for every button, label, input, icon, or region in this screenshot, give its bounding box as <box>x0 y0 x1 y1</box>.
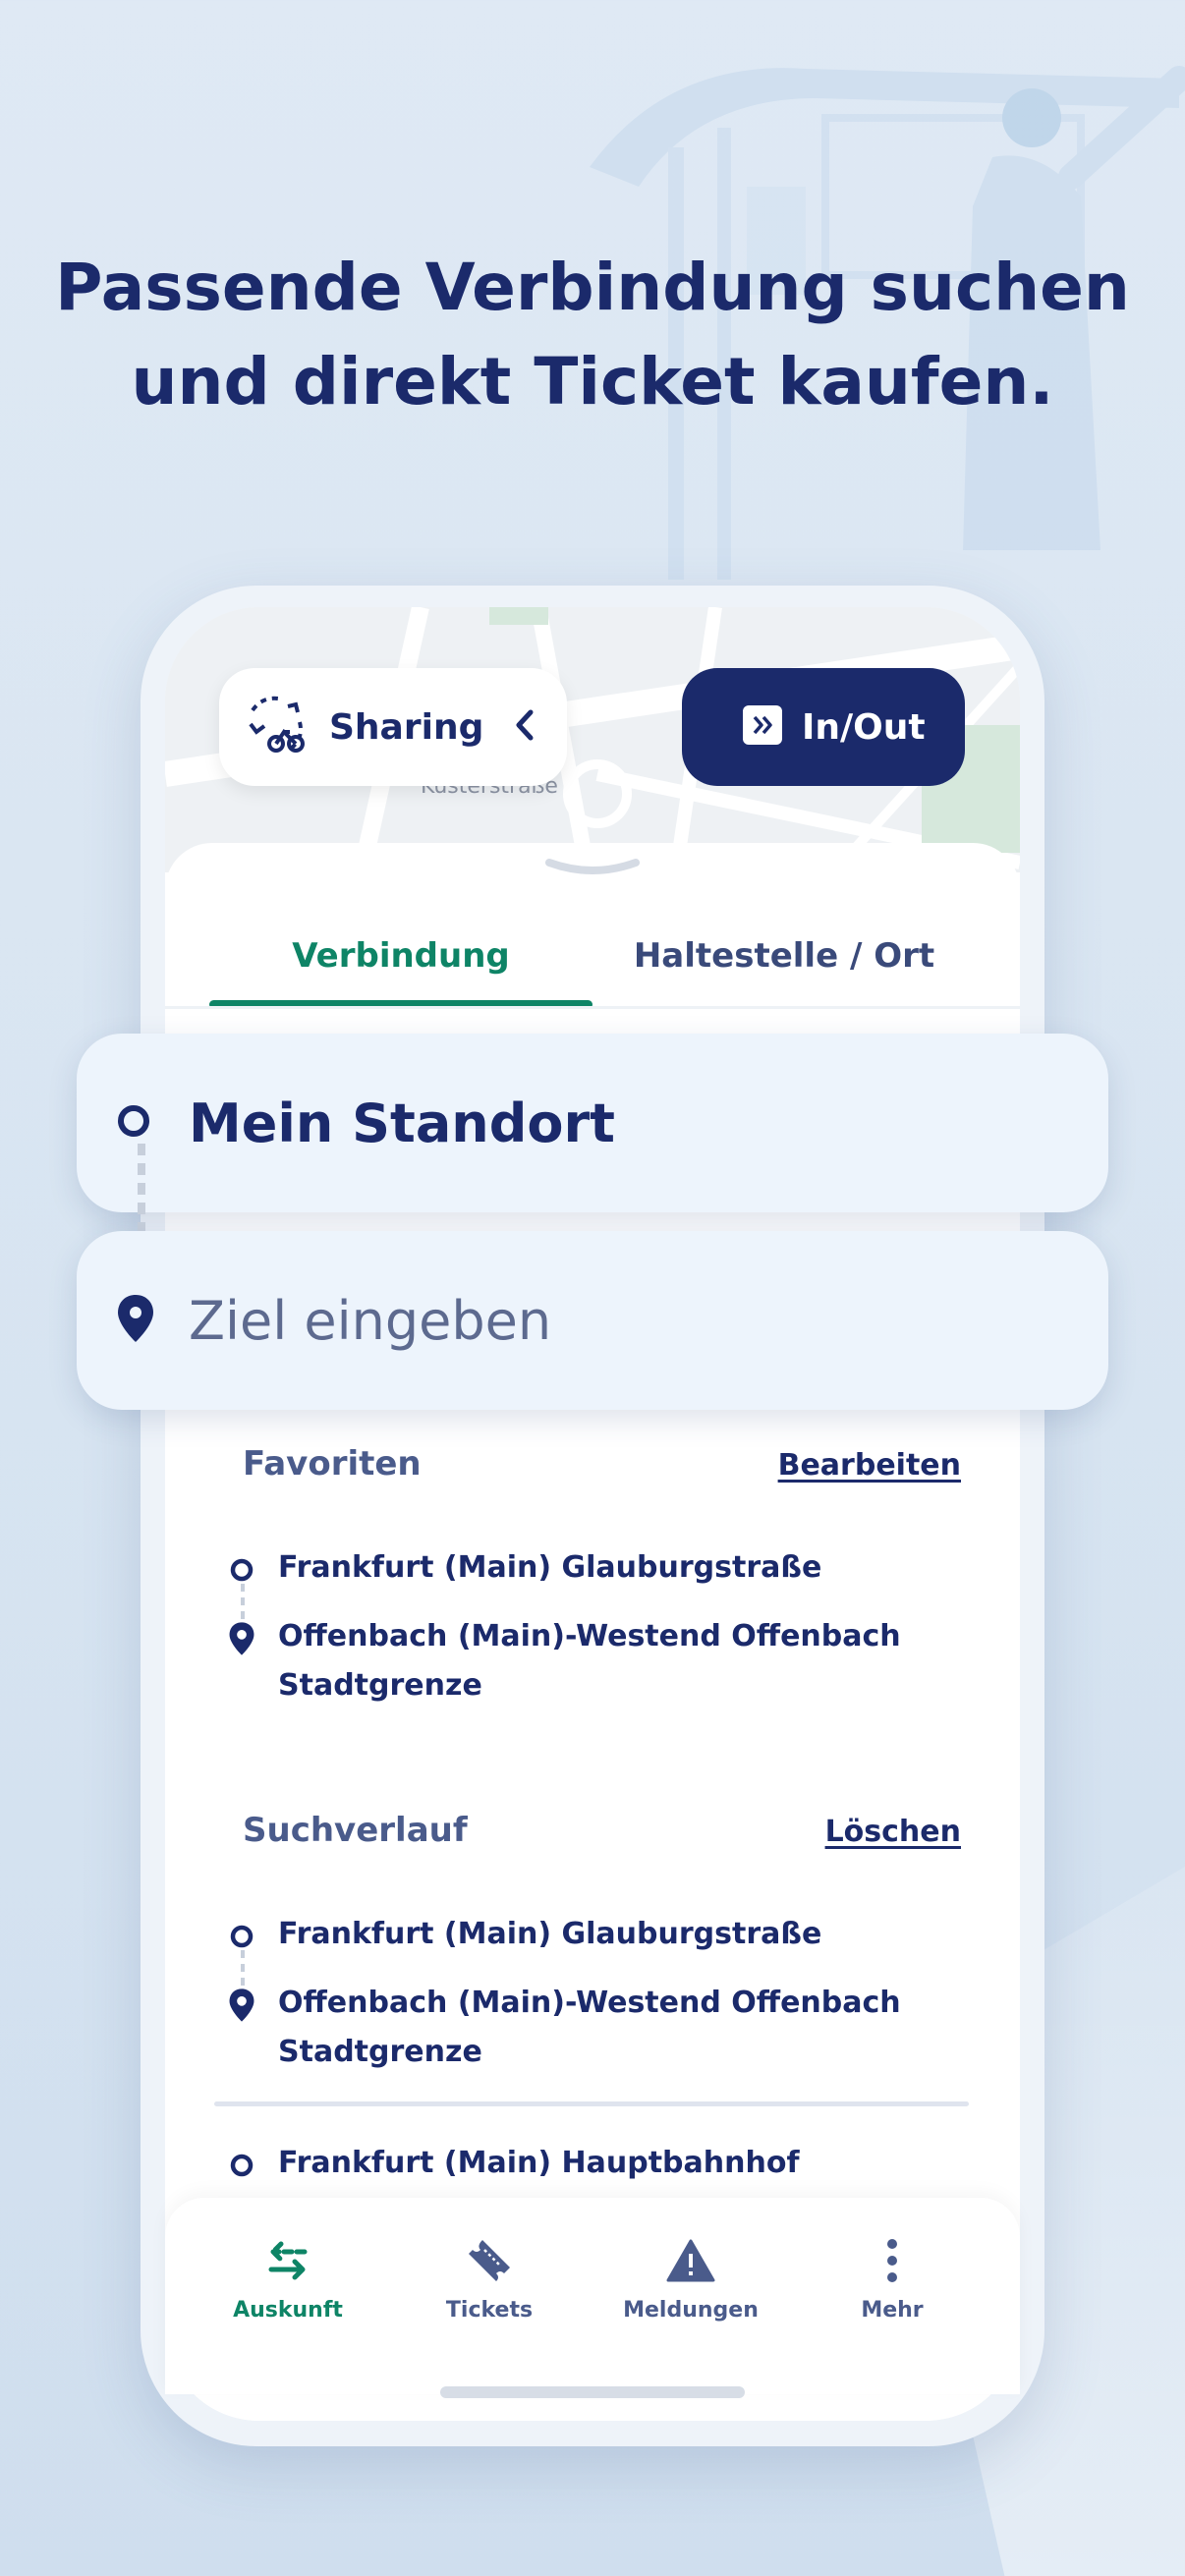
origin-circle-icon <box>228 2152 255 2183</box>
origin-field[interactable]: Mein Standort <box>77 1034 1108 1212</box>
bottom-navigation: Auskunft Tickets Meldungen Mehr <box>165 2198 1020 2394</box>
favorite-to[interactable]: Offenbach (Main)-Westend Offenbach Stadt… <box>278 1612 966 1710</box>
favorite-to-line-1: Offenbach (Main)-Westend Offenbach <box>278 1619 901 1653</box>
sharing-label: Sharing <box>329 706 484 748</box>
history-clear-link[interactable]: Löschen <box>747 1815 961 1849</box>
history-entry-2-from[interactable]: Frankfurt (Main) Hauptbahnhof <box>278 2139 966 2188</box>
origin-value: Mein Standort <box>189 1092 615 1154</box>
warning-icon <box>592 2231 789 2290</box>
inout-button[interactable]: In/Out <box>682 668 965 786</box>
origin-circle-icon <box>116 1103 151 1143</box>
list-divider <box>214 2101 969 2106</box>
tab-verbindung[interactable]: Verbindung <box>209 902 592 1010</box>
nav-mehr[interactable]: Mehr <box>794 2231 990 2323</box>
favorite-to-line-2: Stadtgrenze <box>278 1668 482 1703</box>
history-title: Suchverlauf <box>243 1811 468 1850</box>
nav-tickets-label: Tickets <box>445 2298 534 2323</box>
chevron-left-icon <box>513 708 535 746</box>
history-entry-1-from[interactable]: Frankfurt (Main) Glauburgstraße <box>278 1910 966 1959</box>
favorite-from[interactable]: Frankfurt (Main) Glauburgstraße <box>278 1543 966 1593</box>
inout-icon <box>743 705 782 749</box>
sharing-bike-icon <box>243 693 311 761</box>
nav-auskunft[interactable]: Auskunft <box>190 2231 386 2323</box>
tab-divider <box>165 1006 1020 1009</box>
tab-bar: Verbindung Haltestelle / Ort <box>209 902 976 1010</box>
nav-meldungen[interactable]: Meldungen <box>592 2231 789 2323</box>
nav-meldungen-label: Meldungen <box>623 2298 759 2323</box>
sheet-handle[interactable] <box>543 857 642 878</box>
route-arrows-icon <box>190 2231 386 2290</box>
history-entry-1-to-line-1: Offenbach (Main)-Westend Offenbach <box>278 1986 901 2020</box>
headline-line-1: Passende Verbindung suchen <box>55 250 1130 325</box>
tab-haltestelle-ort[interactable]: Haltestelle / Ort <box>592 902 976 1010</box>
headline-line-2: und direkt Ticket kaufen. <box>131 344 1054 420</box>
home-indicator <box>440 2386 745 2398</box>
location-pin-icon <box>228 1621 255 1660</box>
location-pin-icon <box>116 1293 155 1348</box>
nav-tickets[interactable]: Tickets <box>391 2231 588 2323</box>
nav-mehr-label: Mehr <box>861 2298 924 2323</box>
destination-placeholder: Ziel eingeben <box>189 1289 552 1352</box>
more-vertical-icon <box>794 2231 990 2290</box>
sharing-button[interactable]: Sharing <box>219 668 567 786</box>
history-entry-1-to-line-2: Stadtgrenze <box>278 2035 482 2069</box>
favorites-title: Favoriten <box>243 1444 422 1484</box>
history-entry-1-to[interactable]: Offenbach (Main)-Westend Offenbach Stadt… <box>278 1979 966 2077</box>
favorites-edit-link[interactable]: Bearbeiten <box>707 1448 961 1483</box>
nav-auskunft-label: Auskunft <box>233 2298 343 2323</box>
map-view[interactable]: Küsterstraße Sharing In/Out <box>165 607 1020 876</box>
location-pin-icon <box>228 1988 255 2027</box>
inout-label: In/Out <box>802 706 926 748</box>
destination-field[interactable]: Ziel eingeben <box>77 1231 1108 1410</box>
headline: Passende Verbindung suchen und direkt Ti… <box>0 241 1185 429</box>
ticket-icon <box>391 2231 588 2290</box>
